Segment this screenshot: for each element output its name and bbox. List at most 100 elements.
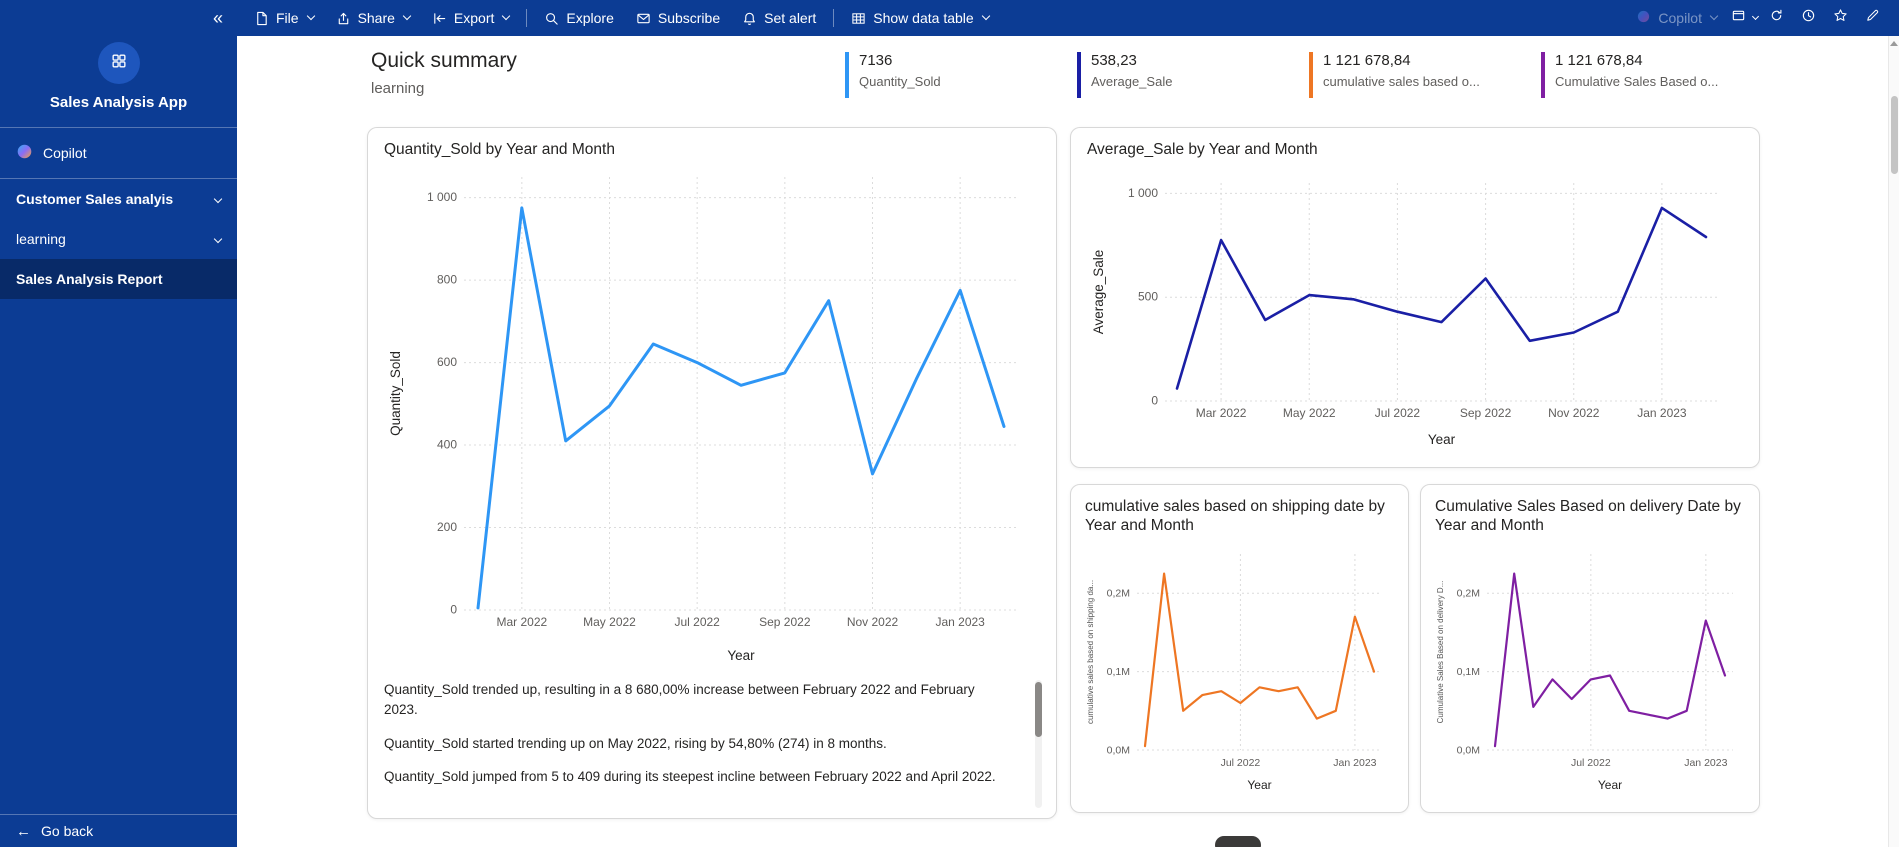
toolbar-right-actions: Copilot [1626, 0, 1887, 36]
app-logo [97, 42, 140, 84]
kpi-average-sale: 538,23 Average_Sale [1077, 52, 1309, 98]
app-name: Sales Analysis App [49, 94, 188, 111]
svg-text:Year: Year [727, 648, 755, 663]
sidebar-item-label: Sales Analysis Report [16, 271, 163, 287]
show-data-table-button[interactable]: Show data table [840, 0, 999, 36]
vertical-scrollbar[interactable] [1888, 36, 1899, 847]
table-icon [851, 11, 866, 26]
svg-text:500: 500 [1138, 290, 1158, 304]
app-sidebar: « Sales Analysis App Copilot Customer Sa… [0, 0, 237, 847]
svg-text:1 000: 1 000 [427, 190, 457, 204]
kpi-label: Average_Sale [1091, 74, 1173, 89]
svg-text:Jan 2023: Jan 2023 [935, 615, 985, 629]
menu-label: Show data table [873, 10, 974, 26]
visual-quantity-sold: Quantity_Sold by Year and Month 0 200 400 6… [367, 127, 1057, 819]
explore-button[interactable]: Explore [533, 0, 624, 36]
menubar-divider [526, 9, 528, 27]
svg-text:Jul 2022: Jul 2022 [674, 615, 720, 629]
svg-text:0,1M: 0,1M [1107, 666, 1130, 678]
svg-text:Jan 2023: Jan 2023 [1684, 757, 1727, 769]
kpi-label: Cumulative Sales Based o... [1555, 74, 1719, 89]
page-navigation-partial[interactable] [1215, 836, 1261, 847]
scroll-up-icon[interactable] [1890, 41, 1898, 46]
refresh-icon [1769, 8, 1784, 28]
bell-icon [742, 11, 757, 26]
back-arrow-icon: ← [16, 822, 31, 840]
catch-up-icon [1801, 8, 1816, 28]
share-icon [336, 11, 351, 26]
chart-title: Cumulative Sales Based on delivery Date … [1435, 498, 1741, 535]
copilot-icon [16, 143, 33, 163]
kpi-strip: 7136 Quantity_Sold 538,23 Average_Sale 1… [845, 52, 1773, 98]
sidebar-item-label: Copilot [43, 145, 87, 161]
kpi-label: Quantity_Sold [859, 74, 941, 89]
cumulative-delivery-line-chart[interactable]: 0,0M 0,1M 0,2M Jul 2022 Jan 2023 Year Cumulati… [1435, 542, 1745, 794]
star-icon [1833, 8, 1848, 28]
copilot-icon [1636, 9, 1651, 27]
kpi-quantity-sold: 7136 Quantity_Sold [845, 52, 1077, 98]
svg-text:200: 200 [437, 520, 457, 534]
svg-text:Jan 2023: Jan 2023 [1333, 757, 1376, 769]
copilot-label: Copilot [1658, 10, 1702, 26]
average-sale-line-chart[interactable]: 0 500 1 000 Mar 2022 May 2022 Jul 2022 Sep 202… [1087, 165, 1743, 449]
svg-text:400: 400 [437, 438, 457, 452]
page-subtitle: learning [371, 80, 425, 97]
svg-text:Jan 2023: Jan 2023 [1637, 406, 1687, 420]
file-menu-button[interactable]: File [243, 0, 325, 36]
chevron-down-icon [502, 11, 511, 21]
svg-text:Nov 2022: Nov 2022 [847, 615, 899, 629]
chart-title: Average_Sale by Year and Month [1087, 141, 1318, 158]
open-in-window-button[interactable] [1729, 0, 1759, 36]
subscribe-button[interactable]: Subscribe [625, 0, 731, 36]
export-menu-button[interactable]: Export [421, 0, 520, 36]
chevron-down-icon [1751, 12, 1759, 20]
page-title: Quick summary [371, 49, 517, 72]
quantity-sold-line-chart[interactable]: 0 200 400 600 800 1 000 Mar 2022 May 2022 Jul 20… [384, 165, 1040, 665]
svg-text:800: 800 [437, 273, 457, 287]
visual-cumulative-shipping: cumulative sales based on shipping date … [1070, 484, 1409, 813]
chart-title: cumulative sales based on shipping date … [1085, 498, 1385, 535]
sidebar-item-copilot[interactable]: Copilot [0, 128, 237, 178]
power-bi-app-window: File Share Export Explore Subscribe Set … [0, 0, 1899, 847]
report-canvas: Quick summary learning 7136 Quantity_Sol… [237, 36, 1888, 847]
svg-text:Sep 2022: Sep 2022 [759, 615, 811, 629]
svg-text:600: 600 [437, 355, 457, 369]
smart-narrative: Quantity_Sold trended up, resulting in a… [384, 680, 1012, 800]
visual-cumulative-delivery: Cumulative Sales Based on delivery Date … [1420, 484, 1760, 813]
narrative-scrollbar-thumb[interactable] [1035, 682, 1042, 737]
set-alert-button[interactable]: Set alert [731, 0, 827, 36]
scrollbar-thumb[interactable] [1891, 96, 1898, 174]
sidebar-item-customer-sales-analysis[interactable]: Customer Sales analyis [0, 179, 237, 219]
svg-text:0: 0 [1151, 394, 1158, 408]
narrative-scrollbar[interactable] [1035, 680, 1042, 808]
copilot-button[interactable]: Copilot [1626, 0, 1727, 36]
go-back-button[interactable]: ← Go back [0, 814, 237, 847]
edit-button[interactable] [1857, 0, 1887, 36]
sidebar-item-sales-analysis-report[interactable]: Sales Analysis Report [0, 259, 237, 299]
svg-text:Jul 2022: Jul 2022 [1571, 757, 1611, 769]
cumulative-shipping-line-chart[interactable]: 0,0M 0,1M 0,2M Jul 2022 Jan 2023 Year cumulati… [1085, 542, 1394, 794]
svg-text:May 2022: May 2022 [583, 615, 636, 629]
refresh-button[interactable] [1761, 0, 1791, 36]
svg-text:Nov 2022: Nov 2022 [1548, 406, 1600, 420]
menu-label: Share [357, 10, 395, 26]
chevron-down-icon [402, 11, 412, 21]
chevron-down-icon [306, 11, 315, 21]
svg-text:Year: Year [1428, 432, 1456, 447]
svg-text:1 000: 1 000 [1128, 186, 1158, 200]
file-icon [254, 11, 269, 26]
svg-text:0: 0 [450, 603, 457, 617]
sidebar-item-label: learning [16, 231, 66, 247]
visual-average-sale: Average_Sale by Year and Month 0 500 1 000… [1070, 127, 1760, 468]
menu-label: Set alert [764, 10, 817, 26]
svg-text:0,0M: 0,0M [1457, 744, 1480, 756]
svg-text:Jul 2022: Jul 2022 [1221, 757, 1261, 769]
explore-icon [544, 11, 559, 26]
collapse-sidebar-button[interactable]: « [213, 9, 223, 27]
sidebar-item-learning[interactable]: learning [0, 219, 237, 259]
favorite-button[interactable] [1825, 0, 1855, 36]
svg-text:cumulative sales based on ship: cumulative sales based on shipping da... [1086, 580, 1095, 724]
svg-text:0,2M: 0,2M [1107, 587, 1130, 599]
catch-up-button[interactable] [1793, 0, 1823, 36]
share-menu-button[interactable]: Share [325, 0, 421, 36]
